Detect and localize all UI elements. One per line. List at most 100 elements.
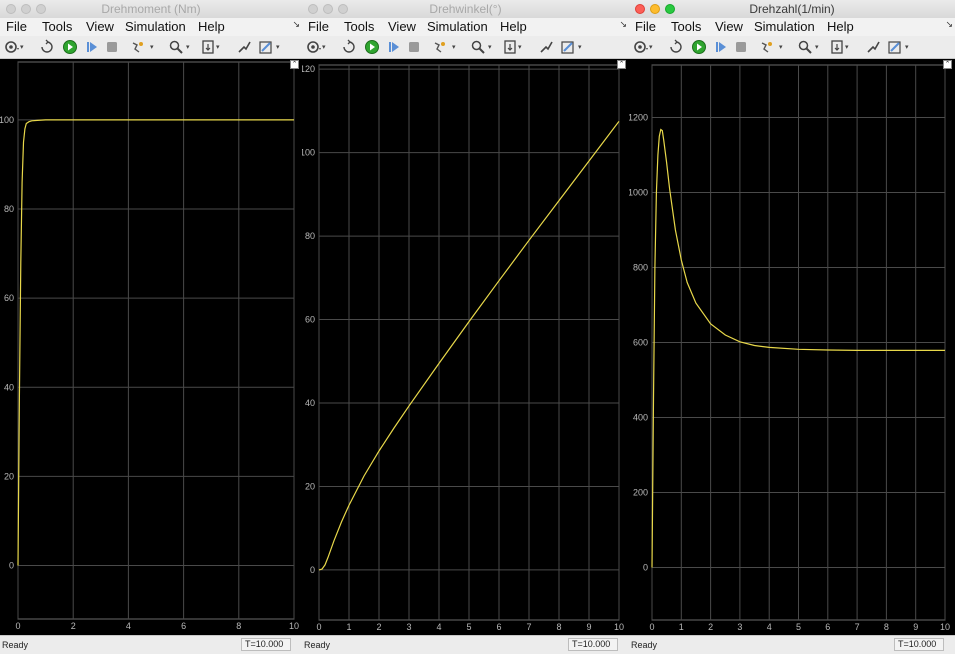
- expand-axes-button[interactable]: ⌃: [290, 60, 299, 69]
- scope-window-torque[interactable]: Drehmoment (Nm) File Tools View Simulation He…: [0, 0, 302, 654]
- y-tick-label: 20: [4, 471, 14, 481]
- menu-help[interactable]: Help: [827, 19, 854, 34]
- menu-overflow-icon[interactable]: ↘: [292, 19, 300, 30]
- menu-file[interactable]: File: [308, 19, 329, 34]
- cursor-icon[interactable]: [538, 39, 554, 55]
- menu-file[interactable]: File: [635, 19, 656, 34]
- menu-help[interactable]: Help: [500, 19, 527, 34]
- fit-icon[interactable]: [829, 39, 845, 55]
- open-icon[interactable]: [669, 39, 685, 55]
- cursor-icon[interactable]: [865, 39, 881, 55]
- menu-tools[interactable]: Tools: [42, 19, 72, 34]
- run-icon: [692, 40, 706, 54]
- open-icon: [343, 39, 355, 53]
- menu-simulation[interactable]: Simulation: [754, 19, 815, 34]
- plot-area[interactable]: 0 1 2 3 4 5 6 7 8 9 10 0 20 40 60 80 100 120 ⌃: [302, 59, 629, 635]
- fit-icon[interactable]: [200, 39, 216, 55]
- highlight-icon[interactable]: [432, 39, 448, 55]
- x-tick-label: 7: [855, 622, 860, 632]
- chevron-down-icon[interactable]: ▾: [649, 43, 653, 51]
- zoom-icon[interactable]: [797, 39, 813, 55]
- highlight-icon[interactable]: [130, 39, 146, 55]
- simulation-time: T=10.000: [241, 638, 291, 651]
- menu-file[interactable]: File: [6, 19, 27, 34]
- chevron-down-icon[interactable]: ▾: [216, 43, 220, 51]
- y-tick-label: 100: [0, 115, 14, 125]
- chevron-down-icon[interactable]: ▾: [20, 43, 24, 51]
- menu-overflow-icon[interactable]: ↘: [945, 19, 953, 30]
- fit-icon[interactable]: [502, 39, 518, 55]
- stop-icon[interactable]: [406, 39, 422, 55]
- chevron-down-icon[interactable]: ▾: [845, 43, 849, 51]
- chevron-down-icon[interactable]: ▾: [488, 43, 492, 51]
- x-tick-label: 1: [346, 622, 351, 632]
- style-icon: [561, 41, 574, 54]
- chevron-down-icon[interactable]: ▾: [452, 43, 456, 51]
- settings-icon[interactable]: [4, 39, 20, 55]
- run-icon[interactable]: [364, 39, 380, 55]
- zoom-icon[interactable]: [168, 39, 184, 55]
- settings-icon[interactable]: [306, 39, 322, 55]
- scope-window-speed[interactable]: Drehzahl(1/min) File Tools View Simulation He…: [629, 0, 955, 654]
- chevron-down-icon[interactable]: ▾: [518, 43, 522, 51]
- zoom-icon[interactable]: [470, 39, 486, 55]
- plot-area[interactable]: 0 2 4 6 8 10 0 20 40 60 80 100 ⌃: [0, 59, 302, 635]
- menu-view[interactable]: View: [388, 19, 416, 34]
- style-icon[interactable]: [258, 39, 274, 55]
- y-tick-label: 100: [302, 148, 315, 158]
- highlight-icon: [761, 42, 772, 53]
- title-bar[interactable]: Drehwinkel(°): [302, 0, 629, 19]
- menu-help[interactable]: Help: [198, 19, 225, 34]
- stop-icon[interactable]: [733, 39, 749, 55]
- menu-view[interactable]: View: [715, 19, 743, 34]
- menu-simulation[interactable]: Simulation: [427, 19, 488, 34]
- title-bar[interactable]: Drehmoment (Nm): [0, 0, 302, 19]
- highlight-icon[interactable]: [759, 39, 775, 55]
- open-icon[interactable]: [342, 39, 358, 55]
- step-forward-icon[interactable]: [386, 39, 402, 55]
- style-icon[interactable]: [560, 39, 576, 55]
- menu-tools[interactable]: Tools: [344, 19, 374, 34]
- title-bar[interactable]: Drehzahl(1/min): [629, 0, 955, 19]
- chevron-down-icon[interactable]: ▾: [150, 43, 154, 51]
- chevron-down-icon[interactable]: ▾: [905, 43, 909, 51]
- status-bar: Ready T=10.000: [0, 635, 302, 654]
- chevron-down-icon[interactable]: ▾: [578, 43, 582, 51]
- x-tick-label: 0: [649, 622, 654, 632]
- menu-view[interactable]: View: [86, 19, 114, 34]
- menu-tools[interactable]: Tools: [671, 19, 701, 34]
- x-tick-label: 10: [940, 622, 950, 632]
- x-tick-label: 10: [614, 622, 624, 632]
- window-title: Drehzahl(1/min): [749, 2, 835, 16]
- x-tick-label: 6: [496, 622, 501, 632]
- scope-window-angle[interactable]: Drehwinkel(°) File Tools View Simulation Help…: [302, 0, 629, 654]
- x-tick-label: 2: [708, 622, 713, 632]
- y-tick-label: 40: [4, 382, 14, 392]
- settings-icon[interactable]: [633, 39, 649, 55]
- menu-overflow-icon[interactable]: ↘: [619, 19, 627, 30]
- chevron-down-icon[interactable]: ▾: [276, 43, 280, 51]
- x-tick-label: 8: [236, 621, 241, 631]
- menu-simulation[interactable]: Simulation: [125, 19, 186, 34]
- chevron-down-icon[interactable]: ▾: [779, 43, 783, 51]
- chevron-down-icon[interactable]: ▾: [322, 43, 326, 51]
- open-icon[interactable]: [40, 39, 56, 55]
- chevron-down-icon[interactable]: ▾: [815, 43, 819, 51]
- chevron-down-icon[interactable]: ▾: [186, 43, 190, 51]
- expand-axes-button[interactable]: ⌃: [617, 60, 626, 69]
- run-icon[interactable]: [62, 39, 78, 55]
- signal-trace: [17, 119, 294, 566]
- expand-axes-button[interactable]: ⌃: [943, 60, 952, 69]
- toolbar: ▾ ▾ ▾ ▾ ▾: [302, 36, 629, 59]
- stop-icon[interactable]: [104, 39, 120, 55]
- y-tick-label: 120: [302, 64, 315, 74]
- x-tick-label: 0: [15, 621, 20, 631]
- run-icon[interactable]: [691, 39, 707, 55]
- x-tick-label: 5: [466, 622, 471, 632]
- cursor-icon[interactable]: [236, 39, 252, 55]
- style-icon[interactable]: [887, 39, 903, 55]
- step-forward-icon[interactable]: [84, 39, 100, 55]
- step-forward-icon[interactable]: [713, 39, 729, 55]
- plot-area[interactable]: 0 1 2 3 4 5 6 7 8 9 10 0 200 400 600 800 1000 1200 ⌃: [629, 59, 955, 635]
- zoom-icon: [169, 40, 183, 54]
